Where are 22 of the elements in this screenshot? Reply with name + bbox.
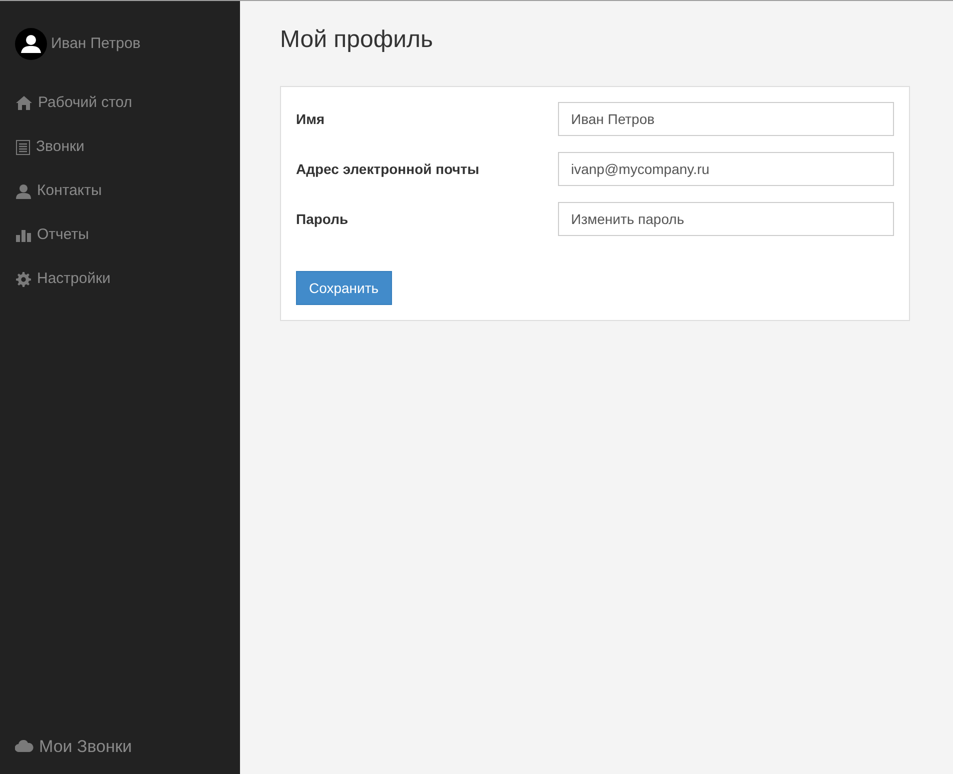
nav-item[interactable]: Отчеты	[0, 213, 240, 257]
gear-icon	[16, 272, 31, 286]
field-label: Пароль	[296, 210, 348, 229]
save-button[interactable]: Сохранить	[296, 271, 392, 305]
user-name: Иван Петров	[51, 34, 141, 54]
page-title: Мой профиль	[280, 25, 434, 55]
person-icon	[16, 184, 31, 198]
list-icon	[16, 140, 30, 154]
input-field[interactable]: Изменить пароль	[558, 202, 894, 236]
app-name: Мои Звонки	[39, 736, 132, 758]
input-field[interactable]: Иван Петров	[558, 102, 894, 136]
cloud-icon	[15, 740, 34, 752]
nav-item[interactable]: Настройки	[0, 257, 240, 301]
input-field[interactable]: ivanp@mycompany.ru	[558, 152, 894, 186]
bar-chart-icon	[16, 228, 31, 242]
nav-item[interactable]: Контакты	[0, 169, 240, 213]
field-label: Адрес электронной почты	[296, 160, 480, 179]
field-label: Имя	[296, 110, 325, 128]
nav-item[interactable]: Звонки	[0, 125, 240, 169]
avatar-icon	[15, 28, 47, 60]
nav-item[interactable]: Рабочий стол	[0, 81, 240, 125]
home-icon	[16, 96, 32, 110]
